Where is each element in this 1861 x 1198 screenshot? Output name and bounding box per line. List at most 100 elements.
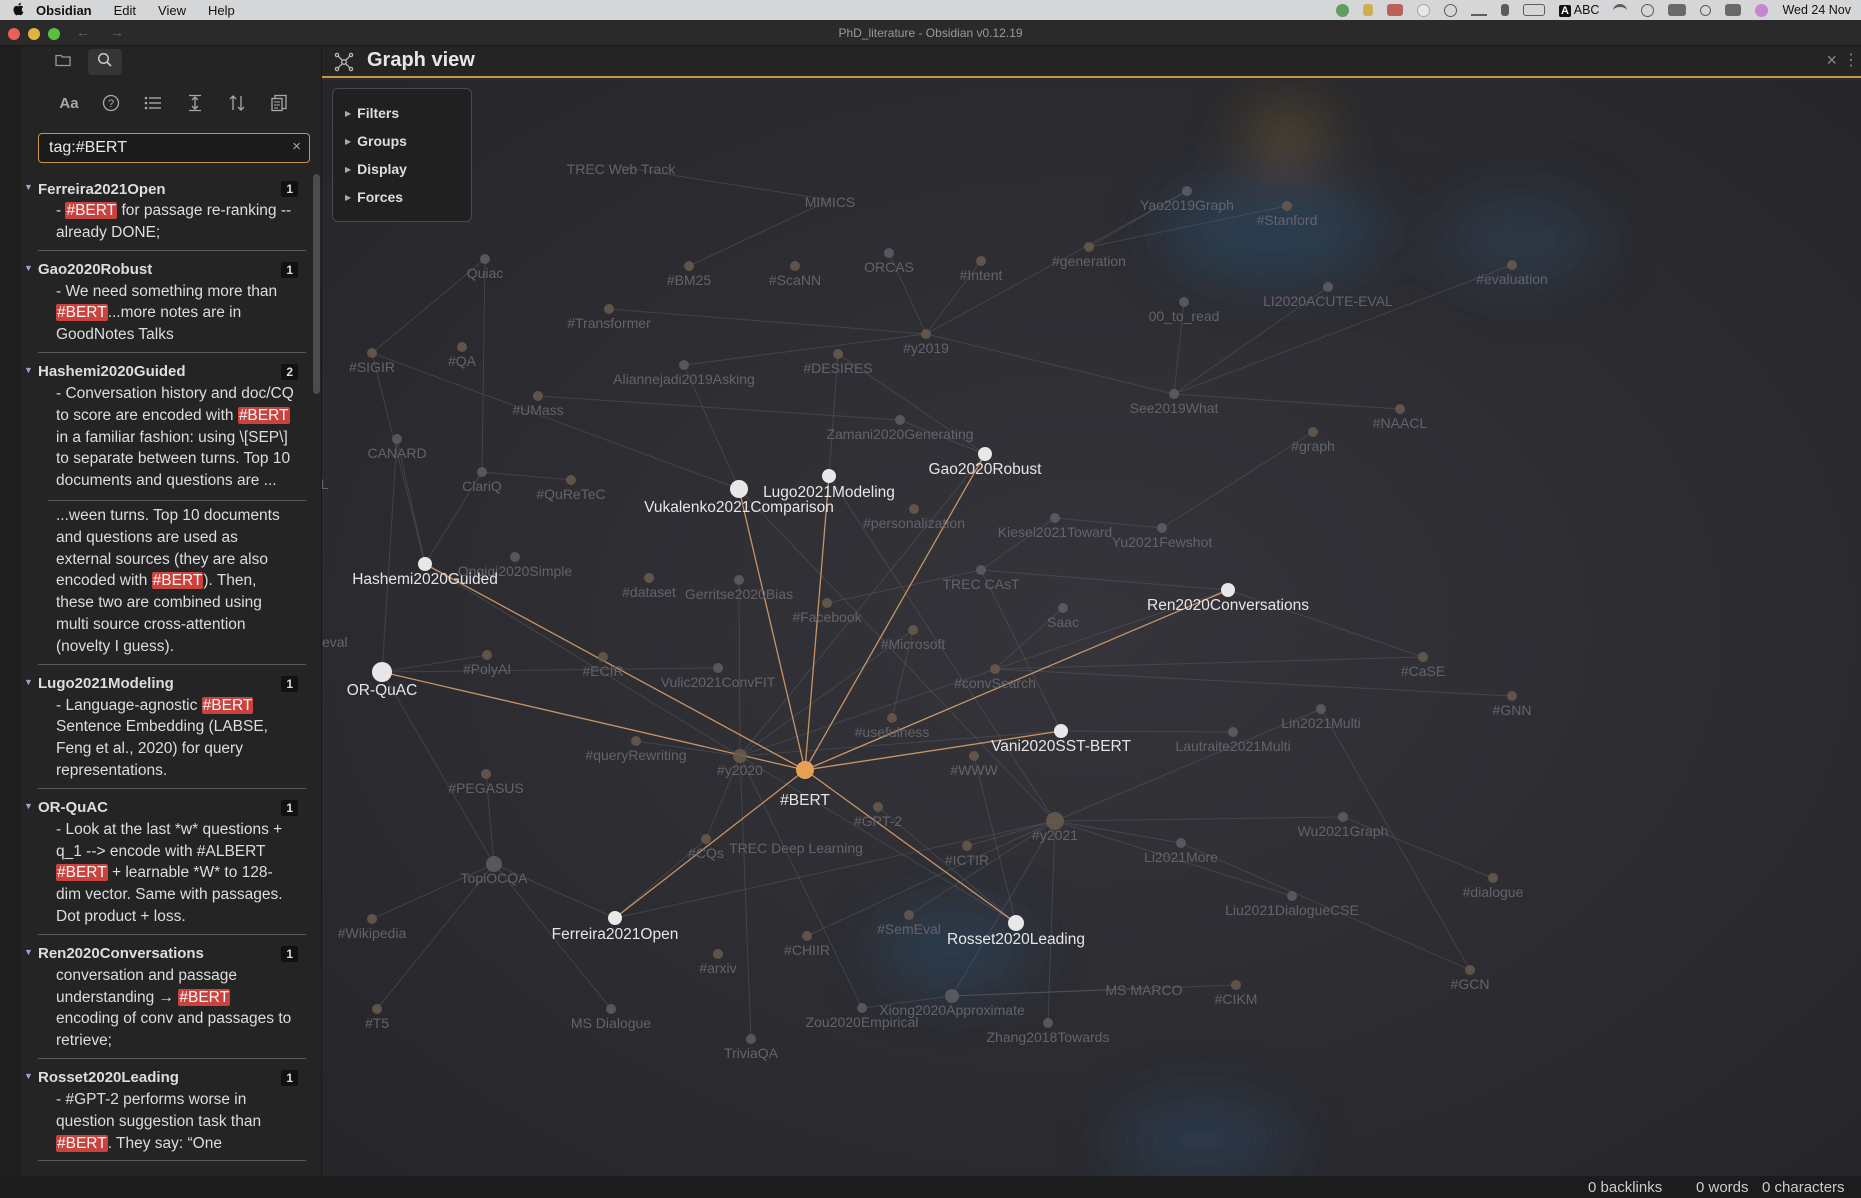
cloud-icon[interactable] [1416, 3, 1430, 17]
graph-node[interactable] [1507, 260, 1517, 270]
graph-node[interactable] [392, 434, 402, 444]
graph-node[interactable] [701, 834, 711, 844]
result-file-header[interactable]: ▼ Ferreira2021Open 1 [24, 178, 306, 200]
input-source-indicator[interactable]: A ABC [1558, 3, 1599, 17]
graph-node[interactable] [887, 713, 897, 723]
airdrop-icon[interactable] [1470, 4, 1487, 16]
collapse-caret-icon[interactable]: ▼ [24, 1071, 33, 1081]
graph-node[interactable] [606, 1004, 616, 1014]
graph-node[interactable] [1323, 282, 1333, 292]
graph-node[interactable] [1308, 427, 1318, 437]
sort-icon[interactable] [222, 88, 252, 118]
collapse-caret-icon[interactable]: ▼ [24, 263, 33, 273]
graph-node[interactable] [730, 480, 748, 498]
graph-node[interactable] [945, 989, 959, 1003]
wifi-icon[interactable] [1613, 4, 1628, 16]
graph-node[interactable] [734, 575, 744, 585]
graph-node[interactable] [733, 749, 747, 763]
graph-node[interactable] [790, 261, 800, 271]
search-tab[interactable] [88, 49, 122, 75]
collapse-caret-icon[interactable]: ▼ [24, 947, 33, 957]
graph-node[interactable] [608, 911, 622, 925]
graph-node[interactable] [1231, 980, 1241, 990]
result-file-header[interactable]: ▼ Ren2020Conversations 1 [24, 943, 306, 965]
result-file-header[interactable]: ▼ Lugo2021Modeling 1 [24, 673, 306, 695]
graph-node[interactable] [1179, 297, 1189, 307]
siri-icon[interactable] [1755, 3, 1769, 17]
menu-view[interactable]: View [158, 3, 186, 18]
search-input[interactable] [49, 138, 274, 158]
apple-menu-icon[interactable] [0, 2, 36, 19]
graph-node[interactable] [976, 256, 986, 266]
graph-node[interactable] [873, 802, 883, 812]
graph-node[interactable] [1465, 965, 1475, 975]
graph-node[interactable] [884, 248, 894, 258]
graph-node[interactable] [713, 949, 723, 959]
graph-node[interactable] [482, 650, 492, 660]
clear-search-icon[interactable]: × [292, 138, 301, 155]
menu-help[interactable]: Help [208, 3, 235, 18]
graph-node[interactable] [1221, 583, 1235, 597]
graph-node[interactable] [1176, 838, 1186, 848]
graph-node[interactable] [1287, 891, 1297, 901]
graph-canvas[interactable]: TREC Web Track MIMICS Yao2019Graph #Stanfor… [322, 80, 1861, 1176]
graph-node[interactable] [1228, 727, 1238, 737]
graph-node[interactable] [908, 625, 918, 635]
graph-node[interactable] [598, 652, 608, 662]
bluetooth-icon[interactable] [1500, 4, 1509, 16]
menubar-clock[interactable]: Wed 24 Nov [1782, 3, 1851, 17]
result-file-header[interactable]: ▼ OR-QuAC 1 [24, 797, 306, 819]
graph-node[interactable] [1157, 523, 1167, 533]
search-match-snippet[interactable]: ...ween turns. Top 10 documents and ques… [48, 499, 306, 658]
graph-node[interactable] [457, 342, 467, 352]
collapse-icon[interactable] [180, 88, 210, 118]
graph-node[interactable] [895, 415, 905, 425]
graph-node[interactable] [822, 469, 836, 483]
graph-node[interactable] [533, 391, 543, 401]
graph-node[interactable] [1507, 691, 1517, 701]
search-match-snippet[interactable]: - Look at the last *w* questions + q_1 -… [38, 819, 306, 928]
graph-node[interactable] [1084, 242, 1094, 252]
graph-control-groups[interactable]: ▶ Groups [345, 127, 471, 155]
match-case-icon[interactable]: Aa [54, 88, 84, 118]
play-icon[interactable] [1443, 3, 1457, 17]
graph-node[interactable] [857, 1003, 867, 1013]
graph-node[interactable] [481, 769, 491, 779]
graph-node[interactable] [418, 557, 432, 571]
graph-node[interactable] [802, 931, 812, 941]
result-file-header[interactable]: ▼ Gao2020Robust 1 [24, 259, 306, 281]
result-file-header[interactable]: ▼ Hashemi2020Guided 2 [24, 361, 306, 383]
graph-node[interactable] [480, 254, 490, 264]
graph-node[interactable] [604, 304, 614, 314]
graph-node[interactable] [746, 1034, 756, 1044]
list-icon[interactable] [138, 88, 168, 118]
graph-node[interactable] [372, 1004, 382, 1014]
collapse-caret-icon[interactable]: ▼ [24, 365, 33, 375]
graph-node[interactable] [904, 910, 914, 920]
graph-node[interactable] [990, 664, 1000, 674]
menu-app-name[interactable]: Obsidian [36, 3, 92, 18]
search-match-snippet[interactable]: - We need something more than #BERT...mo… [38, 281, 306, 346]
search-match-snippet[interactable]: - Language-agnostic #BERT Sentence Embed… [38, 695, 306, 782]
graph-node[interactable] [909, 504, 919, 514]
graph-node[interactable] [1058, 603, 1068, 613]
graph-node[interactable] [1488, 873, 1498, 883]
graph-control-filters[interactable]: ▶ Filters [345, 99, 471, 127]
graph-control-forces[interactable]: ▶ Forces [345, 183, 471, 211]
search-match-snippet[interactable]: conversation and passage understanding →… [38, 965, 306, 1052]
graph-node[interactable] [1316, 704, 1326, 714]
graph-node[interactable] [962, 841, 972, 851]
graph-node[interactable] [1054, 724, 1068, 738]
copy-results-icon[interactable] [264, 88, 294, 118]
dropbox-icon[interactable] [1386, 4, 1403, 16]
collapse-caret-icon[interactable]: ▼ [24, 801, 33, 811]
graph-node[interactable] [1395, 404, 1405, 414]
graph-node[interactable] [978, 447, 992, 461]
graph-node[interactable] [631, 736, 641, 746]
graph-node[interactable] [921, 329, 931, 339]
keyboard-icon[interactable] [1668, 4, 1687, 16]
graph-node[interactable] [1008, 915, 1024, 931]
graph-node[interactable] [713, 663, 723, 673]
graph-node[interactable] [1169, 389, 1179, 399]
graph-node[interactable] [1418, 652, 1428, 662]
